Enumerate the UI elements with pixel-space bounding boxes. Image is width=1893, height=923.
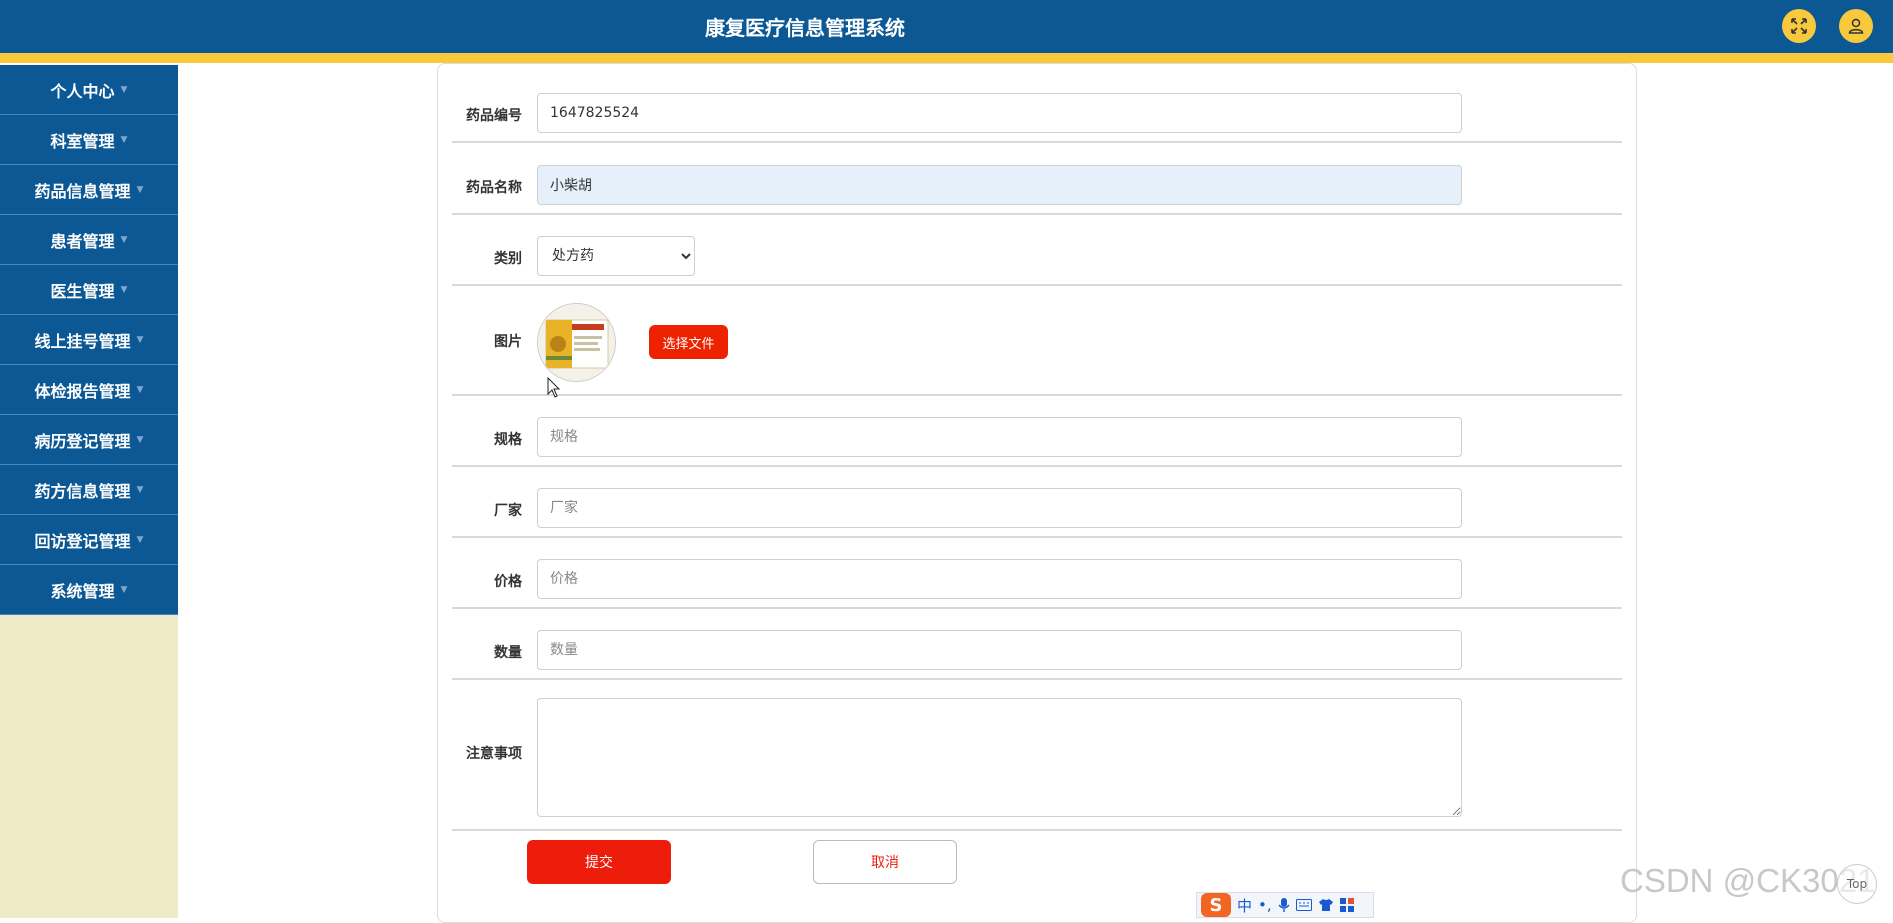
- sidebar-item-doctors[interactable]: 医生管理 ▼: [0, 265, 178, 315]
- sidebar: 个人中心 ▼ 科室管理 ▼ 药品信息管理 ▼ 患者管理 ▼ 医生管理 ▼ 线上挂号管理 ▼ …: [0, 65, 178, 918]
- field-label: 类别: [494, 251, 522, 267]
- chevron-down-icon: ▼: [120, 584, 128, 595]
- cancel-button[interactable]: 取消: [813, 840, 957, 884]
- sidebar-item-label: 科室管理: [50, 131, 115, 151]
- chevron-down-icon: ▼: [120, 284, 128, 295]
- field-label: 数量: [494, 645, 522, 661]
- sidebar-item-system[interactable]: 系统管理 ▼: [0, 565, 178, 615]
- microphone-icon[interactable]: [1278, 897, 1290, 913]
- choose-file-button[interactable]: 选择文件: [649, 325, 728, 359]
- toolbox-grid-icon[interactable]: [1339, 898, 1354, 912]
- sidebar-item-label: 病历登记管理: [34, 431, 131, 451]
- sidebar-item-medical-record[interactable]: 病历登记管理 ▼: [0, 415, 178, 465]
- submit-button[interactable]: 提交: [527, 840, 671, 884]
- form-row-quantity: 数量: [452, 609, 1622, 680]
- form-row-notes: 注意事项: [452, 680, 1622, 831]
- sogou-logo-icon[interactable]: S: [1201, 893, 1231, 917]
- sidebar-item-follow-up[interactable]: 回访登记管理 ▼: [0, 515, 178, 565]
- chevron-down-icon: ▼: [136, 534, 144, 545]
- sidebar-item-drug-info[interactable]: 药品信息管理 ▼: [0, 165, 178, 215]
- back-to-top-button[interactable]: Top: [1837, 864, 1877, 904]
- field-label: 注意事项: [466, 746, 522, 762]
- category-select[interactable]: 处方药: [537, 236, 695, 276]
- mouse-cursor-icon: [547, 377, 561, 398]
- sidebar-item-exam-report[interactable]: 体检报告管理 ▼: [0, 365, 178, 415]
- sidebar-item-prescription[interactable]: 药方信息管理 ▼: [0, 465, 178, 515]
- drug-image-thumbnail: [537, 303, 616, 382]
- header-accent-stripe: [0, 53, 1893, 63]
- ime-mode-toggle[interactable]: 中: [1237, 895, 1252, 916]
- app-title: 康复医疗信息管理系统: [705, 16, 905, 40]
- ime-toolbar: S 中 •,: [1196, 892, 1374, 918]
- drug-box-image: [538, 304, 615, 381]
- manufacturer-input[interactable]: [537, 488, 1462, 528]
- field-label: 图片: [494, 334, 522, 350]
- form-row-manufacturer: 厂家: [452, 467, 1622, 538]
- field-label: 药品编号: [466, 108, 522, 124]
- chevron-down-icon: ▼: [136, 434, 144, 445]
- chevron-down-icon: ▼: [136, 184, 144, 195]
- quantity-input[interactable]: [537, 630, 1462, 670]
- sidebar-item-personal-center[interactable]: 个人中心 ▼: [0, 65, 178, 115]
- chevron-down-icon: ▼: [120, 234, 128, 245]
- notes-textarea[interactable]: [537, 698, 1462, 817]
- form-row-drug-code: 药品编号: [452, 64, 1622, 143]
- form-row-price: 价格: [452, 538, 1622, 609]
- fullscreen-button[interactable]: [1782, 9, 1816, 43]
- fullscreen-icon: [1791, 18, 1807, 34]
- chevron-down-icon: ▼: [136, 484, 144, 495]
- sidebar-item-label: 医生管理: [50, 281, 115, 301]
- sidebar-item-label: 回访登记管理: [34, 531, 131, 551]
- chevron-down-icon: ▼: [120, 134, 128, 145]
- form-row-category: 类别 处方药: [452, 215, 1622, 286]
- drug-form-card: 药品编号 药品名称 类别 处方药 图片 选择文件: [437, 63, 1637, 923]
- sidebar-item-label: 系统管理: [50, 581, 115, 601]
- sidebar-item-label: 药方信息管理: [34, 481, 131, 501]
- drug-code-input[interactable]: [537, 93, 1462, 133]
- chevron-down-icon: ▼: [120, 84, 128, 95]
- form-row-image: 图片 选择文件: [452, 286, 1622, 396]
- sidebar-item-label: 个人中心: [50, 81, 115, 101]
- keyboard-icon[interactable]: [1295, 899, 1312, 911]
- sidebar-item-patients[interactable]: 患者管理 ▼: [0, 215, 178, 265]
- sidebar-item-label: 线上挂号管理: [34, 331, 131, 351]
- field-label: 药品名称: [466, 180, 522, 196]
- chevron-down-icon: ▼: [136, 334, 144, 345]
- drug-name-input[interactable]: [537, 165, 1462, 205]
- field-label: 厂家: [494, 503, 522, 519]
- sidebar-item-online-registration[interactable]: 线上挂号管理 ▼: [0, 315, 178, 365]
- sidebar-item-label: 体检报告管理: [34, 381, 131, 401]
- skin-shirt-icon[interactable]: [1318, 898, 1334, 912]
- field-label: 规格: [494, 432, 522, 448]
- sidebar-item-label: 患者管理: [50, 231, 115, 251]
- price-input[interactable]: [537, 559, 1462, 599]
- user-icon: [1848, 18, 1864, 34]
- spec-input[interactable]: [537, 417, 1462, 457]
- punctuation-icon[interactable]: •,: [1258, 896, 1272, 914]
- form-row-spec: 规格: [452, 396, 1622, 467]
- sidebar-item-label: 药品信息管理: [34, 181, 131, 201]
- chevron-down-icon: ▼: [136, 384, 144, 395]
- form-row-drug-name: 药品名称: [452, 143, 1622, 215]
- field-label: 价格: [494, 574, 522, 590]
- user-menu-button[interactable]: [1839, 9, 1873, 43]
- sidebar-item-department[interactable]: 科室管理 ▼: [0, 115, 178, 165]
